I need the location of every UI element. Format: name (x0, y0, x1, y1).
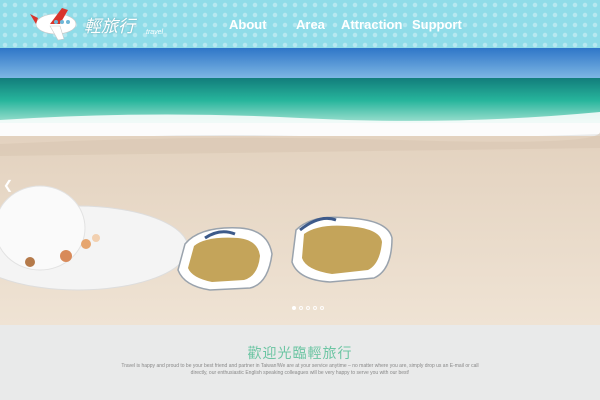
nav-attraction[interactable]: Attraction (341, 17, 402, 32)
slider-pagination (292, 306, 324, 310)
welcome-body: Travel is happy and proud to be your bes… (121, 363, 479, 376)
logo-text: 輕旅行 (84, 17, 135, 37)
site-logo[interactable]: 輕旅行 travel (28, 2, 163, 46)
slider-dot-4[interactable] (313, 306, 317, 310)
airplane-logo-icon (30, 8, 77, 41)
logo-subtext: travel (146, 29, 164, 36)
hero-slider[interactable] (0, 48, 600, 325)
nav-area[interactable]: Area (296, 17, 325, 32)
top-navbar: 輕旅行 travel About Area Attraction Support (0, 0, 600, 48)
welcome-title: 歡迎光臨輕旅行 (247, 346, 353, 362)
nav-support[interactable]: Support (412, 17, 462, 32)
slider-dot-2[interactable] (299, 306, 303, 310)
slider-dot-3[interactable] (306, 306, 310, 310)
welcome-section: 歡迎光臨輕旅行 Travel is happy and proud to be … (0, 325, 600, 400)
slider-dot-1[interactable] (292, 306, 296, 310)
beach-slide-image (0, 48, 600, 325)
slider-dot-5[interactable] (320, 306, 324, 310)
nav-about[interactable]: About (229, 17, 267, 32)
slider-prev-arrow-icon[interactable]: ❮ (3, 178, 13, 192)
